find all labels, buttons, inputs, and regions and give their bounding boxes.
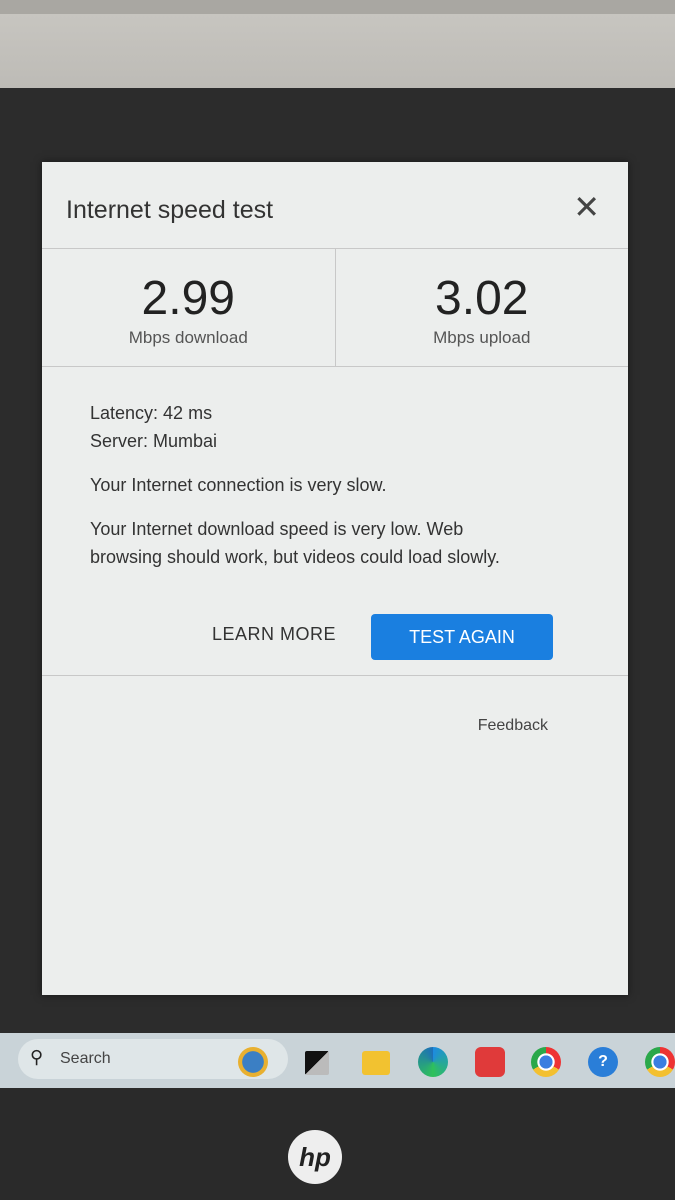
widgets-earth-icon[interactable] [238,1047,268,1077]
chrome-icon[interactable] [645,1047,675,1077]
download-unit: Mbps download [128,328,248,347]
download-value: 2.99 [141,272,235,325]
edge-icon[interactable] [418,1047,448,1077]
dialog-title: Internet speed test [66,196,274,224]
feedback-link[interactable]: Feedback [478,717,548,735]
file-explorer-icon[interactable] [362,1051,390,1075]
latency: Latency: 42 ms [90,403,213,423]
dialog-actions: LEARN MORE TEST AGAIN [42,614,628,660]
taskbar: ⚲ Search ? [0,1033,675,1088]
detail-text: Your Internet download speed is very low… [90,519,500,567]
help-icon[interactable]: ? [588,1047,618,1077]
speed-results: 2.99 Mbps download 3.02 Mbps upload [42,249,628,367]
upload-stat: 3.02 Mbps upload [334,249,629,366]
speed-test-dialog: Internet speed test ✕ 2.99 Mbps download… [42,162,628,995]
search-icon: ⚲ [30,1047,44,1067]
download-stat: 2.99 Mbps download [42,249,335,366]
server: Server: Mumbai [90,431,218,451]
learn-more-button[interactable]: LEARN MORE [212,624,336,645]
summary-text: Your Internet connection is very slow. [90,475,387,495]
upload-unit: Mbps upload [433,328,531,347]
close-icon[interactable]: ✕ [573,188,600,226]
divider [42,675,628,676]
test-again-button[interactable]: TEST AGAIN [371,614,553,660]
chrome-icon[interactable] [531,1047,561,1077]
browser-page-background [0,0,675,88]
dialog-header: Internet speed test ✕ [42,162,628,249]
result-details: Latency: 42 ms Server: Mumbai Your Intern… [42,367,628,571]
hp-logo: hp [288,1130,342,1184]
cut-off-text-line [0,0,675,14]
search-label: Search [60,1050,111,1067]
vivaldi-icon[interactable] [475,1047,505,1077]
upload-value: 3.02 [435,272,529,325]
task-view-icon[interactable] [305,1051,329,1075]
